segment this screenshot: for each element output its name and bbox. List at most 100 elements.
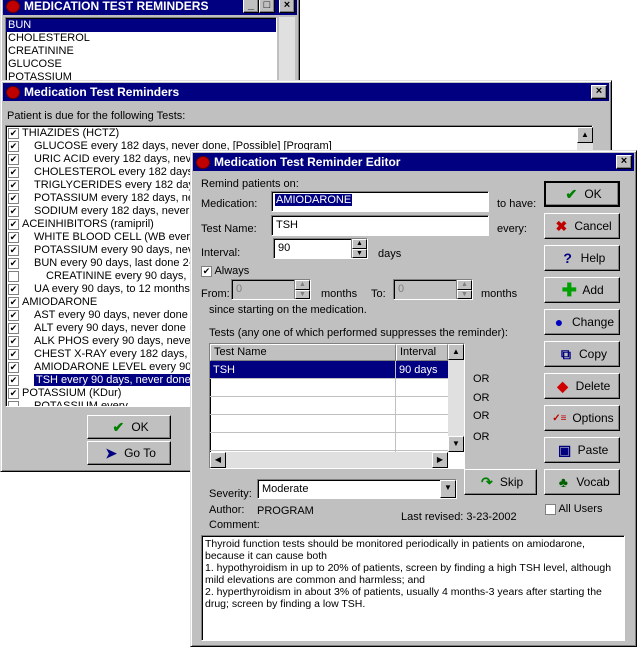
chevron-down-icon[interactable]: ▼ [440,480,456,498]
comment-label: Comment: [209,519,260,531]
checkbox-icon[interactable]: ✔ [8,193,19,204]
list-item-label: TSH every 90 days, never done [34,374,193,386]
checkbox-icon[interactable]: ✔ [8,336,19,347]
checkbox-icon[interactable]: ✔ [8,128,19,139]
days-label: days [378,248,402,260]
checkbox-icon[interactable]: ✔ [8,362,19,373]
scroll-right-button[interactable]: ▶ [432,452,448,468]
checkbox-icon[interactable]: ✔ [8,323,19,334]
list-item-label: ACEINHIBITORS (ramipril) [22,218,154,230]
checkmark-icon: ✔ [112,418,125,435]
list-item-label: TRIGLYCERIDES every 182 days, [34,179,203,191]
copy-button[interactable]: ⧉ Copy [544,341,620,367]
checkbox-icon[interactable]: ✔ [8,219,19,230]
copy-icon: ⧉ [560,345,571,362]
table-row[interactable] [210,379,464,397]
scroll-down-button[interactable]: ▼ [448,436,464,452]
window-title: MEDICATION TEST REMINDERS [24,0,209,13]
checkbox-icon[interactable]: ✔ [8,258,19,269]
checkbox-icon[interactable]: ✔ [8,167,19,178]
delete-button[interactable]: ◆ Delete [544,373,620,399]
checkbox-icon[interactable]: ✔ [201,265,212,277]
close-button[interactable]: × [616,155,632,169]
severity-select[interactable]: Moderate ▼ [257,479,457,499]
help-button[interactable]: ? Help [544,245,620,271]
checkbox-icon[interactable] [8,401,19,406]
comment-textarea[interactable]: Thyroid function tests should be monitor… [201,535,625,641]
test-list[interactable]: BUN CHOLESTEROL CREATININE GLUCOSE POTASSIUM [5,17,277,81]
cancel-button[interactable]: ✖ Cancel [544,213,620,239]
list-item[interactable]: BUN [6,19,276,32]
checkbox-icon[interactable]: ✔ [8,141,19,152]
list-item-label: POTASSIUM every 90 days, never [34,244,204,256]
paste-icon: ▣ [558,441,572,458]
minimize-button[interactable]: _ [243,0,259,13]
options-button[interactable]: ✓≡ Options [544,405,620,431]
test-name-field[interactable]: TSH [271,215,489,236]
vocab-button[interactable]: ♣ Vocab [544,469,620,495]
author-label: Author: [209,504,245,516]
list-item[interactable]: ✔ THIAZIDES (HCTZ) [6,127,592,140]
checkbox-icon[interactable]: ✔ [8,284,19,295]
scroll-up-button[interactable]: ▲ [577,127,593,143]
skip-button[interactable]: ↷ Skip [464,469,537,495]
change-button[interactable]: ● Change [544,309,620,335]
tests-grid[interactable]: Test Name Interval TSH 90 days ▲ ▼ ◀ ▶ [209,343,465,469]
grid-scrollbar[interactable]: ▲ ▼ [448,344,464,452]
from-spinner[interactable]: 0 ▲ ▼ [231,279,311,300]
checkbox-icon[interactable] [8,271,19,282]
since-label: since starting on the medication. [209,304,367,316]
medication-field[interactable]: AMIODARONE [271,191,489,212]
close-button[interactable]: × [591,85,607,99]
checkbox-icon[interactable]: ✔ [8,388,19,399]
table-row[interactable] [210,415,464,433]
grid-header-interval[interactable]: Interval [396,344,448,361]
checkbox-icon[interactable]: ✔ [8,154,19,165]
eraser-icon: ◆ [557,377,569,394]
checkbox-icon[interactable]: ✔ [8,310,19,321]
maximize-button[interactable]: □ [259,0,275,13]
reminder-editor-window: Medication Test Reminder Editor × Remind… [190,150,637,647]
paste-button[interactable]: ▣ Paste [544,437,620,463]
ok-button[interactable]: ✔ OK [544,181,620,207]
vertical-scrollbar[interactable] [279,17,295,81]
checkbox-icon[interactable] [545,503,556,515]
checkbox-icon[interactable]: ✔ [8,232,19,243]
checkbox-icon[interactable]: ✔ [8,180,19,191]
checkbox-icon[interactable]: ✔ [8,375,19,386]
table-row[interactable] [210,433,464,451]
grid-hscrollbar[interactable]: ◀ ▶ [210,452,448,468]
checkbox-icon[interactable]: ✔ [8,297,19,308]
table-row[interactable] [210,397,464,415]
skip-arrow-icon: ↷ [480,473,493,490]
spin-up-icon[interactable]: ▲ [352,239,367,249]
every-label: every: [497,223,527,235]
from-label: From: [201,288,230,300]
interval-spinner[interactable]: 90 ▲ ▼ [273,238,368,259]
checkbox-icon[interactable]: ✔ [8,245,19,256]
scroll-left-button[interactable]: ◀ [210,452,226,468]
table-row[interactable]: TSH 90 days [210,361,464,379]
scroll-up-button[interactable]: ▲ [448,344,464,360]
list-item[interactable]: CHOLESTEROL [6,32,276,45]
grid-header-test-name[interactable]: Test Name [210,344,396,361]
list-item-label: CHEST X-RAY every 182 days, l [34,348,193,360]
ok-button[interactable]: ✔ OK [87,415,171,439]
checkbox-icon[interactable]: ✔ [8,349,19,360]
table-cell [210,415,396,432]
to-have-label: to have: [497,198,537,210]
checkmark-icon: ✔ [565,185,578,202]
go-to-button[interactable]: ➤ Go To [87,441,171,465]
list-item[interactable]: CREATININE [6,45,276,58]
always-checkbox[interactable]: ✔ Always [201,265,249,277]
or-label: OR [473,410,490,422]
close-button[interactable]: × [279,0,295,13]
list-item[interactable]: GLUCOSE [6,58,276,71]
checkbox-icon[interactable]: ✔ [8,206,19,217]
author-value: PROGRAM [257,505,314,517]
all-users-checkbox[interactable]: All Users [545,503,602,515]
to-spinner[interactable]: 0 ▲ ▼ [393,279,473,300]
months-label: months [321,288,358,300]
spin-down-icon[interactable]: ▼ [352,248,367,258]
add-button[interactable]: ✚ Add [544,277,620,303]
